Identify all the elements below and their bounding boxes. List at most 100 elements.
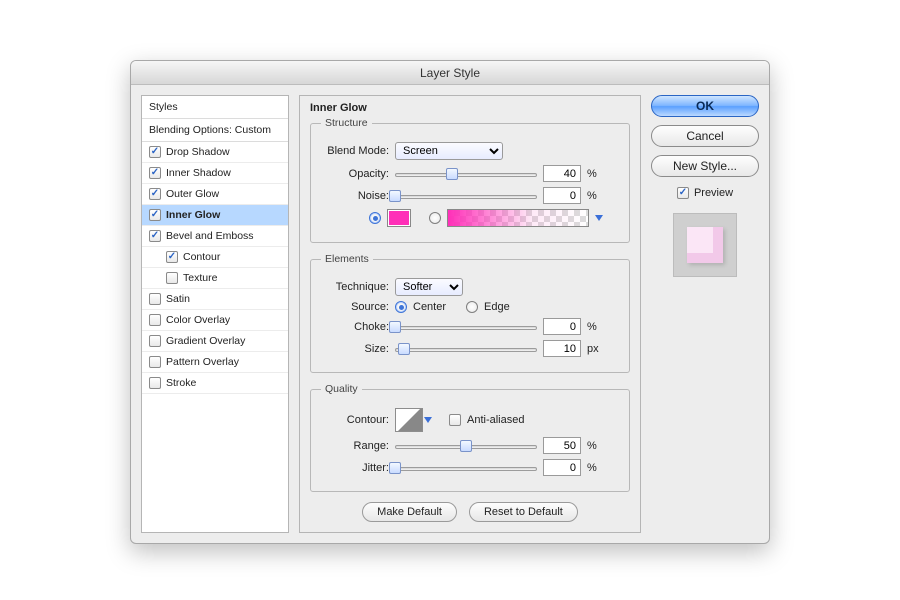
- style-row-texture[interactable]: Texture: [142, 268, 288, 289]
- style-checkbox[interactable]: [149, 293, 161, 305]
- quality-group: Quality Contour: Anti-aliased Range: %: [310, 383, 630, 492]
- dialog-title: Layer Style: [131, 61, 769, 85]
- range-slider[interactable]: [395, 439, 537, 453]
- style-checkbox[interactable]: [149, 230, 161, 242]
- structure-group: Structure Blend Mode: Screen Opacity: %: [310, 117, 630, 243]
- percent-unit: %: [587, 462, 605, 474]
- style-label: Pattern Overlay: [166, 356, 239, 368]
- px-unit: px: [587, 343, 605, 355]
- blend-mode-label: Blend Mode:: [321, 145, 389, 157]
- cancel-button[interactable]: Cancel: [651, 125, 759, 147]
- source-edge-radio[interactable]: [466, 301, 478, 313]
- dialog-buttons: OK Cancel New Style... Preview: [651, 95, 759, 533]
- range-input[interactable]: [543, 437, 581, 454]
- source-edge-label: Edge: [484, 301, 510, 313]
- style-label: Bevel and Emboss: [166, 230, 254, 242]
- style-label: Inner Shadow: [166, 167, 231, 179]
- opacity-label: Opacity:: [321, 168, 389, 180]
- range-label: Range:: [321, 440, 389, 452]
- percent-unit: %: [587, 321, 605, 333]
- blending-options[interactable]: Blending Options: Custom: [142, 119, 288, 142]
- percent-unit: %: [587, 168, 605, 180]
- choke-slider[interactable]: [395, 320, 537, 334]
- style-row-color-overlay[interactable]: Color Overlay: [142, 310, 288, 331]
- opacity-input[interactable]: [543, 165, 581, 182]
- source-center-label: Center: [413, 301, 446, 313]
- choke-label: Choke:: [321, 321, 389, 333]
- style-label: Gradient Overlay: [166, 335, 245, 347]
- preview-checkbox[interactable]: [677, 187, 689, 199]
- blend-mode-select[interactable]: Screen: [395, 142, 503, 160]
- preview-thumbnail-icon: [687, 227, 723, 263]
- noise-label: Noise:: [321, 190, 389, 202]
- anti-aliased-label: Anti-aliased: [467, 414, 524, 426]
- reset-default-button[interactable]: Reset to Default: [469, 502, 578, 522]
- style-label: Contour: [183, 251, 220, 263]
- percent-unit: %: [587, 190, 605, 202]
- contour-label: Contour:: [321, 414, 389, 426]
- styles-list: Styles Blending Options: Custom Drop Sha…: [141, 95, 289, 533]
- size-slider[interactable]: [395, 342, 537, 356]
- glow-gradient-radio[interactable]: [429, 212, 441, 224]
- style-row-inner-shadow[interactable]: Inner Shadow: [142, 163, 288, 184]
- style-checkbox[interactable]: [149, 356, 161, 368]
- layer-style-dialog: Layer Style Styles Blending Options: Cus…: [130, 60, 770, 544]
- quality-legend: Quality: [321, 383, 362, 395]
- style-checkbox[interactable]: [149, 335, 161, 347]
- style-label: Inner Glow: [166, 209, 220, 221]
- size-label: Size:: [321, 343, 389, 355]
- style-label: Stroke: [166, 377, 196, 389]
- glow-gradient-bar[interactable]: [447, 209, 589, 227]
- make-default-button[interactable]: Make Default: [362, 502, 457, 522]
- jitter-input[interactable]: [543, 459, 581, 476]
- style-checkbox[interactable]: [166, 251, 178, 263]
- style-label: Outer Glow: [166, 188, 219, 200]
- source-label: Source:: [321, 301, 389, 313]
- source-center-radio[interactable]: [395, 301, 407, 313]
- style-checkbox[interactable]: [149, 314, 161, 326]
- dialog-body: Styles Blending Options: Custom Drop Sha…: [131, 85, 769, 543]
- chevron-down-icon: [424, 417, 432, 423]
- effect-panel: Inner Glow Structure Blend Mode: Screen …: [299, 95, 641, 533]
- technique-select[interactable]: Softer: [395, 278, 463, 296]
- style-label: Satin: [166, 293, 190, 305]
- style-row-bevel-and-emboss[interactable]: Bevel and Emboss: [142, 226, 288, 247]
- style-label: Color Overlay: [166, 314, 230, 326]
- contour-picker[interactable]: [395, 408, 423, 432]
- style-row-outer-glow[interactable]: Outer Glow: [142, 184, 288, 205]
- style-row-gradient-overlay[interactable]: Gradient Overlay: [142, 331, 288, 352]
- jitter-slider[interactable]: [395, 461, 537, 475]
- style-checkbox[interactable]: [149, 146, 161, 158]
- style-row-stroke[interactable]: Stroke: [142, 373, 288, 394]
- style-row-pattern-overlay[interactable]: Pattern Overlay: [142, 352, 288, 373]
- style-checkbox[interactable]: [149, 377, 161, 389]
- style-row-contour[interactable]: Contour: [142, 247, 288, 268]
- new-style-button[interactable]: New Style...: [651, 155, 759, 177]
- structure-legend: Structure: [321, 117, 372, 129]
- noise-slider[interactable]: [395, 189, 537, 203]
- glow-solid-radio[interactable]: [369, 212, 381, 224]
- opacity-slider[interactable]: [395, 167, 537, 181]
- technique-label: Technique:: [321, 281, 389, 293]
- style-label: Drop Shadow: [166, 146, 230, 158]
- glow-color-swatch[interactable]: [387, 209, 411, 227]
- style-checkbox[interactable]: [149, 209, 161, 221]
- effect-panel-title: Inner Glow: [310, 102, 630, 114]
- style-row-inner-glow[interactable]: Inner Glow: [142, 205, 288, 226]
- style-row-drop-shadow[interactable]: Drop Shadow: [142, 142, 288, 163]
- anti-aliased-checkbox[interactable]: [449, 414, 461, 426]
- style-checkbox[interactable]: [149, 188, 161, 200]
- style-row-satin[interactable]: Satin: [142, 289, 288, 310]
- choke-input[interactable]: [543, 318, 581, 335]
- ok-button[interactable]: OK: [651, 95, 759, 117]
- style-checkbox[interactable]: [166, 272, 178, 284]
- styles-header[interactable]: Styles: [142, 96, 288, 119]
- size-input[interactable]: [543, 340, 581, 357]
- preview-swatch: [673, 213, 737, 277]
- jitter-label: Jitter:: [321, 462, 389, 474]
- elements-legend: Elements: [321, 253, 373, 265]
- preview-label: Preview: [694, 187, 733, 199]
- chevron-down-icon[interactable]: [595, 215, 603, 221]
- noise-input[interactable]: [543, 187, 581, 204]
- style-checkbox[interactable]: [149, 167, 161, 179]
